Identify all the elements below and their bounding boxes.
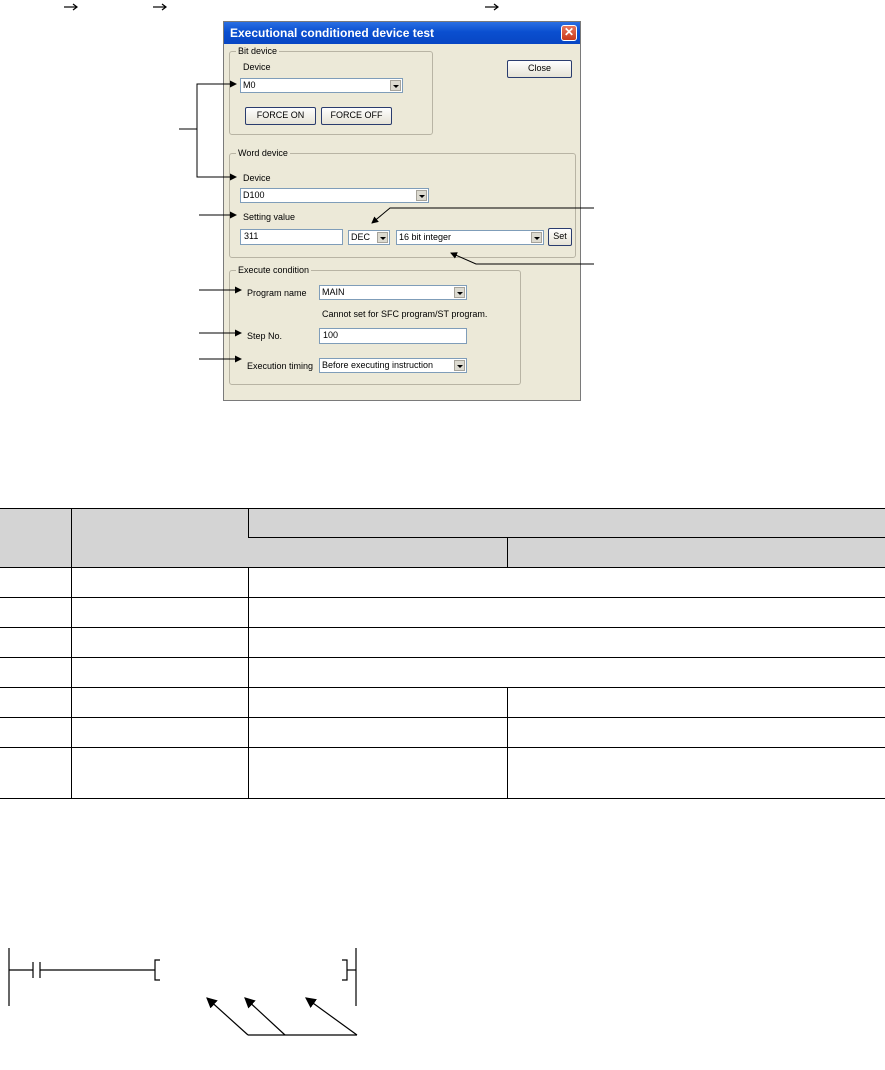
table-header-cell	[248, 537, 507, 568]
callout-device-bracket	[196, 83, 237, 181]
settings-table	[0, 508, 885, 799]
table-row	[0, 717, 885, 748]
table-row	[0, 687, 885, 718]
instruction-bracket-left	[154, 959, 160, 981]
table-header-cell	[247, 508, 885, 538]
table-row	[0, 747, 885, 799]
ladder-diagram	[8, 948, 358, 1036]
instruction-bracket-right	[342, 959, 348, 981]
table-header-cell	[70, 508, 248, 568]
callout-lines	[179, 80, 594, 363]
table-header-cell	[506, 537, 885, 568]
table-row	[0, 567, 885, 598]
table-header-cell	[0, 508, 71, 568]
callout-radix	[371, 207, 594, 224]
table-row	[0, 597, 885, 628]
table-row	[0, 657, 885, 688]
table-row	[0, 627, 885, 658]
callout-data-type	[450, 252, 594, 265]
table-header-row	[0, 508, 885, 568]
